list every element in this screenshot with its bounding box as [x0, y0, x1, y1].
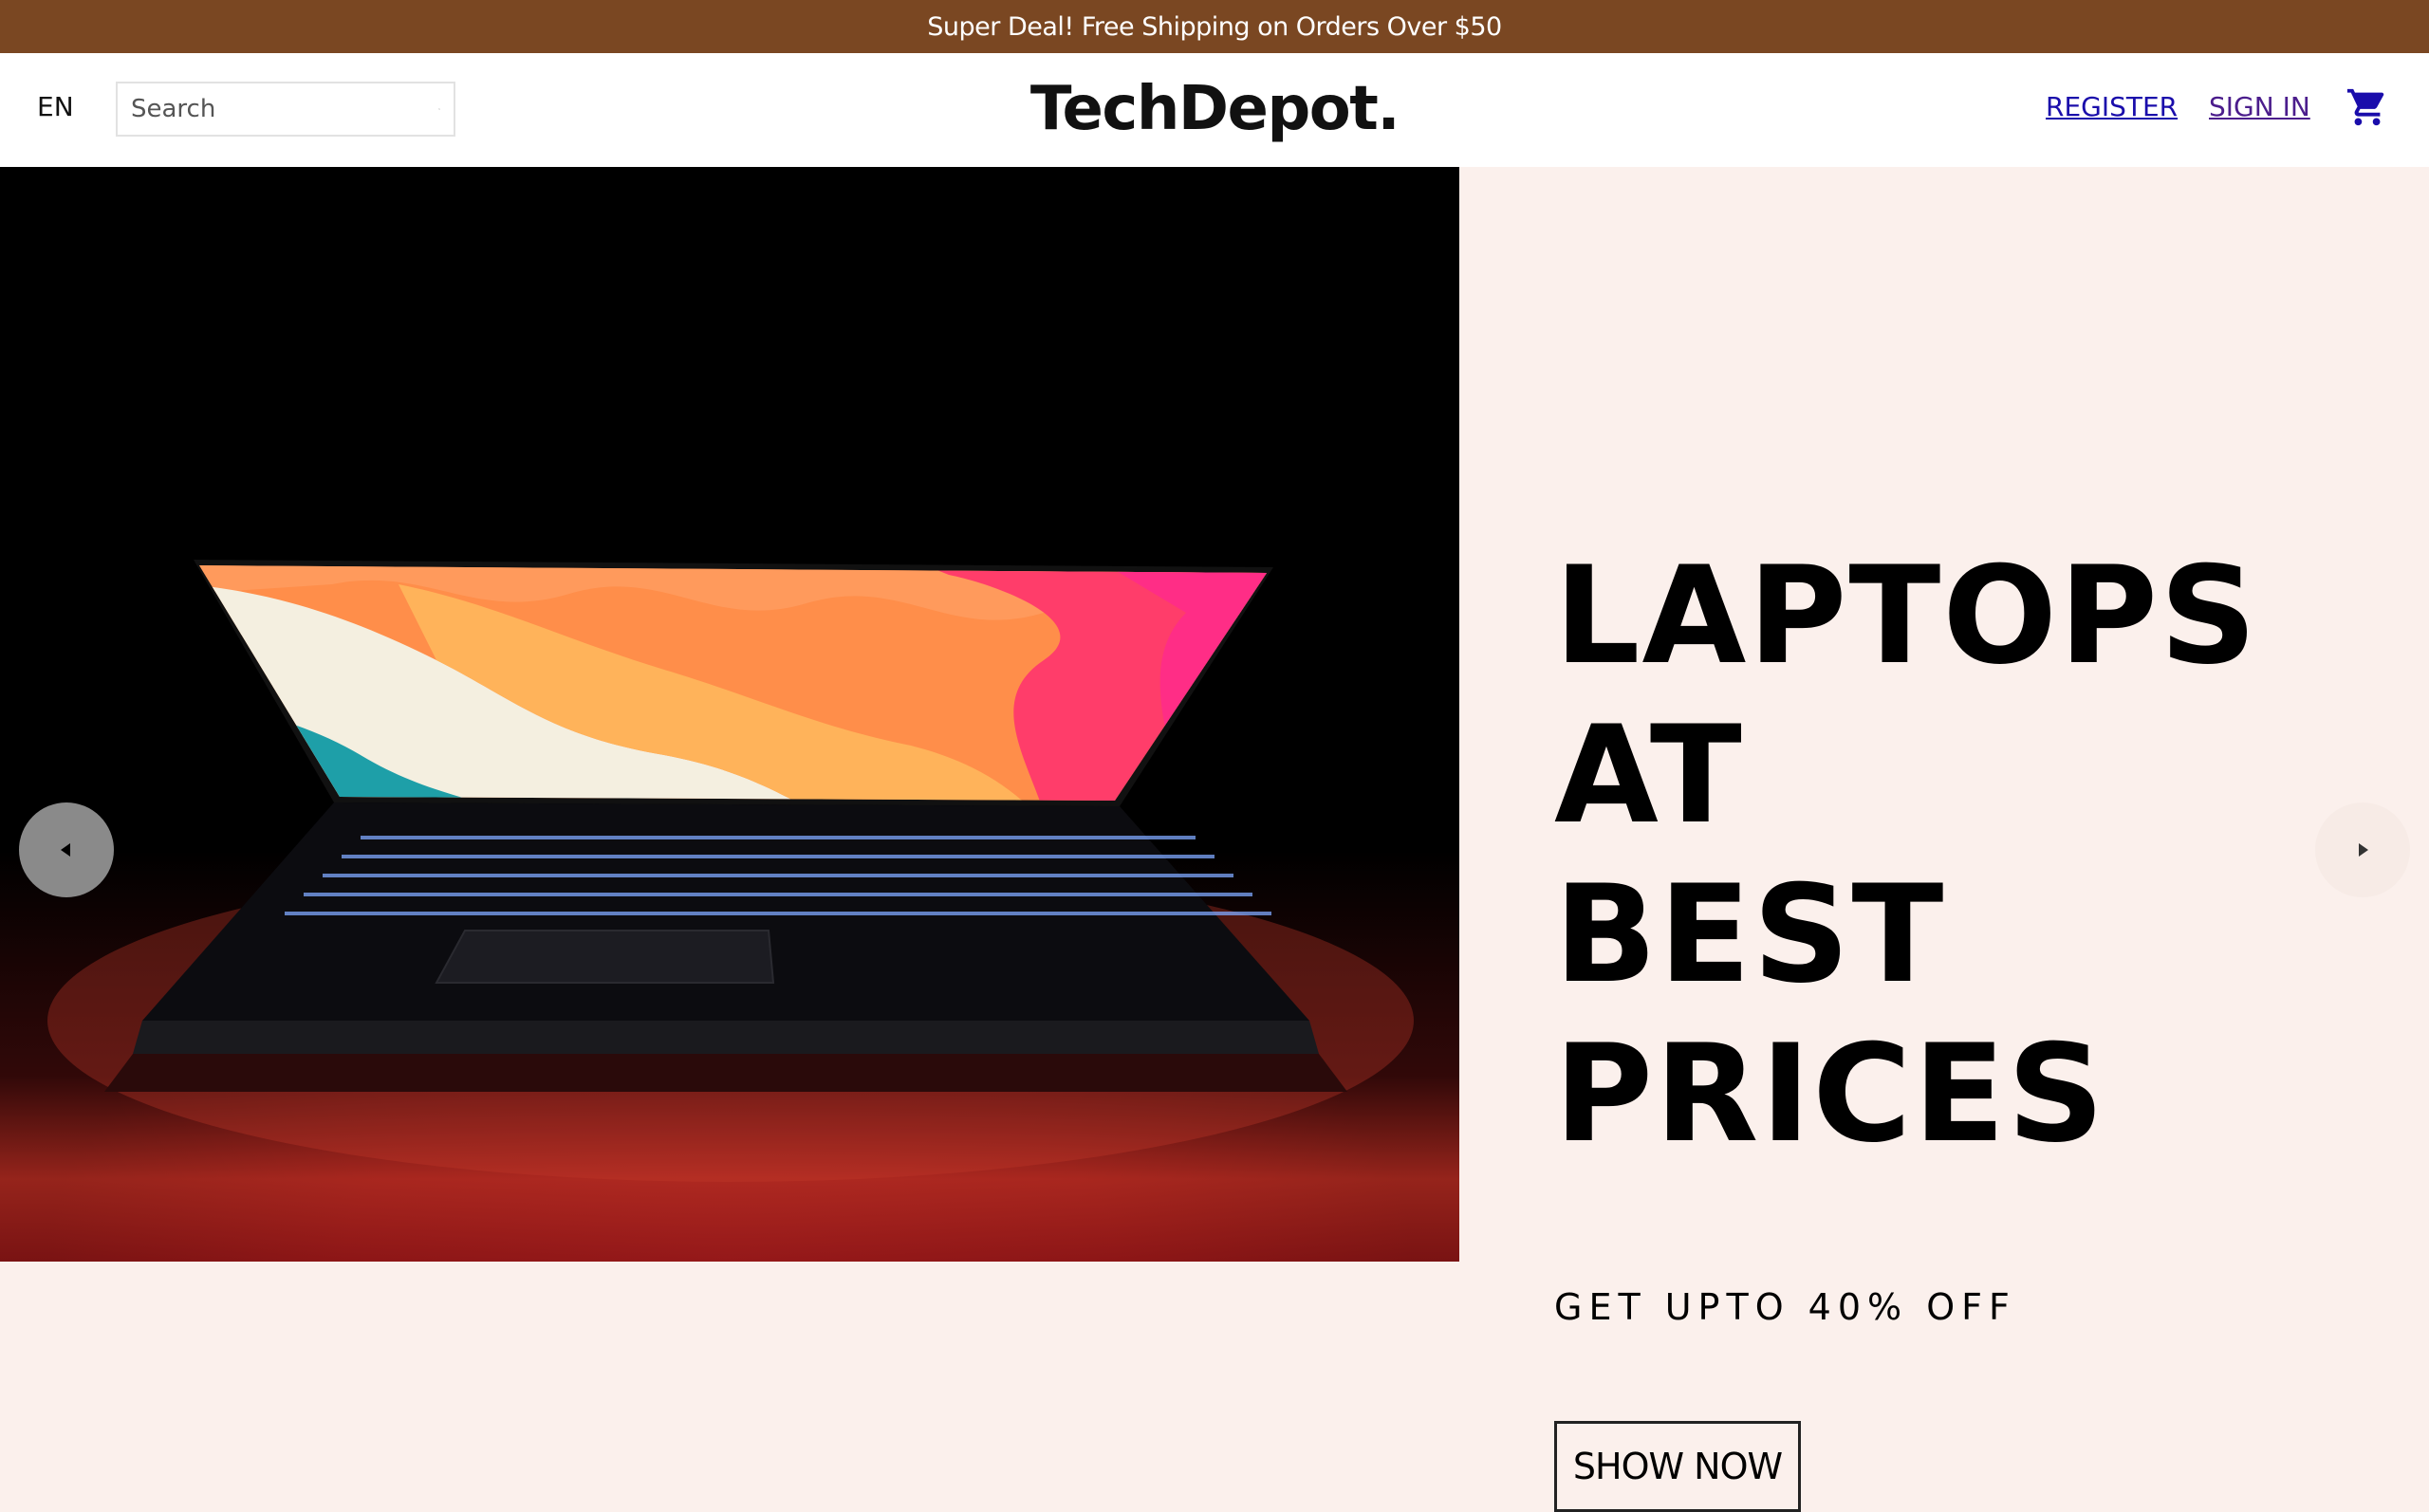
shopping-cart-icon[interactable] [2346, 85, 2389, 129]
carousel-prev-button[interactable] [19, 802, 114, 897]
laptop-illustration [0, 167, 1459, 1262]
hero-subtitle: GET UPTO 40% OFF [1554, 1286, 2389, 1328]
hero-laptop-image [0, 167, 1459, 1262]
show-now-button[interactable]: SHOW NOW [1554, 1421, 1801, 1512]
announcement-text: Super Deal! Free Shipping on Orders Over… [927, 12, 1501, 42]
hero-section: LAPTOPS AT BEST PRICES GET UPTO 40% OFF … [0, 167, 2429, 1262]
hero-title-line2: BEST PRICES [1554, 856, 2389, 1174]
search-icon[interactable] [438, 96, 440, 122]
sign-in-link[interactable]: SIGN IN [2209, 91, 2310, 122]
arrow-left-icon [55, 839, 78, 861]
hero-title: LAPTOPS AT BEST PRICES [1554, 537, 2389, 1174]
search-bar[interactable] [116, 82, 455, 137]
register-link[interactable]: REGISTER [2046, 91, 2178, 122]
announcement-bar: Super Deal! Free Shipping on Orders Over… [0, 0, 2429, 53]
hero-title-line1: LAPTOPS AT [1554, 537, 2389, 856]
search-input[interactable] [131, 95, 438, 123]
hero-text-block: LAPTOPS AT BEST PRICES GET UPTO 40% OFF … [1554, 537, 2389, 1512]
navbar: EN TechDepot. REGISTER SIGN IN [0, 53, 2429, 167]
logo-text[interactable]: TechDepot. [1030, 74, 1399, 144]
language-selector[interactable]: EN [37, 91, 74, 122]
